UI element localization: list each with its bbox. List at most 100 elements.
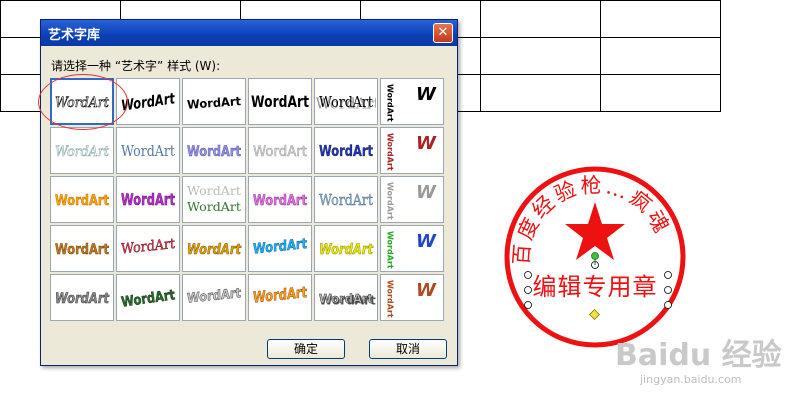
dialog-titlebar[interactable]: 艺术字库 ✕ xyxy=(41,20,457,46)
wordart-preview-graphic: WordArt xyxy=(187,144,242,161)
wordart-style-6[interactable]: WordArt W xyxy=(380,78,444,125)
wordart-sample-text: WordArt xyxy=(121,190,175,209)
wordart-sample-text: WordArt xyxy=(121,142,175,160)
wordart-w-sample: W xyxy=(416,231,437,252)
wordart-style-25[interactable]: WordArt xyxy=(50,274,114,321)
wordart-sample-text: WordArt xyxy=(120,89,177,114)
wordart-sample-text: WordArt xyxy=(187,200,241,214)
wordart-w-sample: W xyxy=(416,280,437,301)
wordart-style-30[interactable]: WordArt W xyxy=(380,274,444,321)
wordart-vertical-sample: WordArt xyxy=(386,280,395,318)
wordart-preview-graphic: WordArt xyxy=(55,193,110,210)
wordart-reflection-text: WordArt xyxy=(187,184,241,198)
wordart-preview-graphic: WordArt xyxy=(251,92,309,111)
wordart-style-13[interactable]: WordArt xyxy=(50,176,114,223)
wordart-preview-graphic: WordArt xyxy=(55,144,110,161)
wordart-sample-text: WordArt xyxy=(251,92,309,111)
wordart-preview-graphic: WordArt xyxy=(55,291,111,308)
wordart-vertical-sample: WordArt xyxy=(386,133,395,171)
wordart-preview-graphic: WordArt xyxy=(319,142,373,160)
close-button[interactable]: ✕ xyxy=(433,23,453,43)
selection-highlight-circle xyxy=(38,74,128,130)
wordart-style-3[interactable]: WordArt xyxy=(182,78,246,125)
wordart-style-9[interactable]: WordArt xyxy=(182,127,246,174)
wordart-style-18[interactable]: WordArt W xyxy=(380,176,444,223)
wordart-vertical-sample: WordArt xyxy=(386,182,395,220)
wordart-sample-text: WordArt xyxy=(55,291,110,307)
wordart-style-20[interactable]: WordArt xyxy=(116,225,180,272)
wordart-sample-text: WordArt xyxy=(253,193,307,209)
wordart-w-sample: W xyxy=(416,133,437,154)
wordart-style-7[interactable]: WordArt xyxy=(50,127,114,174)
wordart-vertical-sample: WordArt xyxy=(386,84,395,122)
wordart-style-10[interactable]: WordArt xyxy=(248,127,312,174)
wordart-preview-graphic: WordArtWordArt xyxy=(316,93,376,113)
wordart-style-23[interactable]: WordArt xyxy=(314,225,378,272)
watermark-url: jingyan.baidu.com xyxy=(640,373,742,386)
seal-bottom-text: 编辑专用章 xyxy=(533,273,658,301)
wordart-sample-text: WordArt xyxy=(253,144,307,160)
style-prompt-label: 请选择一种 “艺术字” 样式 (W): xyxy=(51,59,221,73)
wordart-preview-graphic: WordArt xyxy=(319,242,375,259)
wordart-preview-graphic: WordArt xyxy=(187,242,243,259)
wordart-preview-graphic: WordArt xyxy=(121,142,175,160)
wordart-sample-text: WordArt xyxy=(187,144,241,160)
wordart-style-27[interactable]: WordArt xyxy=(182,274,246,321)
wordart-preview-graphic: WordArt W xyxy=(386,280,438,318)
close-icon: ✕ xyxy=(437,25,449,40)
wordart-sample-text: WordArt xyxy=(55,193,109,209)
wordart-sample-text: WordArt xyxy=(253,236,307,258)
wordart-style-19[interactable]: WordArt xyxy=(50,225,114,272)
wordart-preview-graphic: WordArt W xyxy=(386,231,438,269)
wordart-vertical-sample: WordArt xyxy=(386,231,395,269)
wordart-sample-text: WordArt xyxy=(319,142,373,160)
wordart-preview-graphic: WordArt xyxy=(187,94,242,112)
wordart-sample-text: WordArt xyxy=(120,287,176,310)
wordart-sample-text: WordArt xyxy=(55,242,109,258)
wordart-sample-text: WordArt xyxy=(121,236,175,258)
wordart-style-29[interactable]: WordArt WordArt xyxy=(314,274,378,321)
wordart-sample-text: WordArt xyxy=(187,94,242,112)
wordart-style-5[interactable]: WordArt WordArt xyxy=(314,78,378,125)
wordart-sample-text: WordArt xyxy=(319,191,373,209)
wordart-sample-text: WordArt xyxy=(55,144,109,160)
wordart-style-22[interactable]: WordArt xyxy=(248,225,312,272)
wordart-preview-graphic: WordArt xyxy=(120,287,176,311)
wordart-preview-graphic: WordArt W xyxy=(386,133,438,171)
rotate-handle[interactable] xyxy=(591,252,599,260)
wordart-style-28[interactable]: WordArt xyxy=(248,274,312,321)
wordart-preview-graphic: WordArtWordArt xyxy=(319,292,376,308)
seal-star-icon xyxy=(565,202,625,260)
wordart-sample-text: WordArt xyxy=(319,93,373,111)
cancel-button[interactable]: 取消 xyxy=(369,339,447,359)
wordart-preview-graphic: WordArt xyxy=(121,190,176,210)
wordart-style-17[interactable]: WordArt xyxy=(314,176,378,223)
wordart-style-16[interactable]: WordArt xyxy=(248,176,312,223)
wordart-style-26[interactable]: WordArt xyxy=(116,274,180,321)
company-seal-stamp[interactable]: 百度经验枪…疯魂 编辑专用章 xyxy=(500,162,690,352)
wordart-style-11[interactable]: WordArt xyxy=(314,127,378,174)
ok-button[interactable]: 确定 xyxy=(267,339,345,359)
wordart-sample-text: WordArt xyxy=(187,242,242,258)
wordart-preview-graphic: WordArt xyxy=(253,236,308,258)
wordart-style-8[interactable]: WordArt xyxy=(116,127,180,174)
wordart-style-21[interactable]: WordArt xyxy=(182,225,246,272)
wordart-style-15[interactable]: WordArt WordArt xyxy=(182,176,246,223)
wordart-preview-graphic: WordArt xyxy=(121,236,176,258)
wordart-preview-graphic: WordArt xyxy=(253,193,308,210)
wordart-preview-graphic: WordArt W xyxy=(386,182,438,220)
wordart-sample-text: WordArt xyxy=(253,283,307,307)
wordart-style-24[interactable]: WordArt W xyxy=(380,225,444,272)
wordart-preview-graphic: WordArt xyxy=(319,191,373,209)
wordart-style-4[interactable]: WordArt xyxy=(248,78,312,125)
wordart-preview-graphic: WordArt xyxy=(253,144,308,161)
baidu-watermark: Baidu 经验 xyxy=(615,338,782,373)
wordart-sample-text: WordArt xyxy=(187,286,241,307)
wordart-style-14[interactable]: WordArt xyxy=(116,176,180,223)
wordart-style-12[interactable]: WordArt W xyxy=(380,127,444,174)
wordart-sample-text: WordArt xyxy=(319,292,373,306)
dialog-title: 艺术字库 xyxy=(48,27,101,43)
adjust-handle[interactable] xyxy=(588,308,601,321)
wordart-preview-graphic: WordArt xyxy=(187,286,242,307)
wordart-preview-graphic: WordArt WordArt xyxy=(187,184,241,214)
